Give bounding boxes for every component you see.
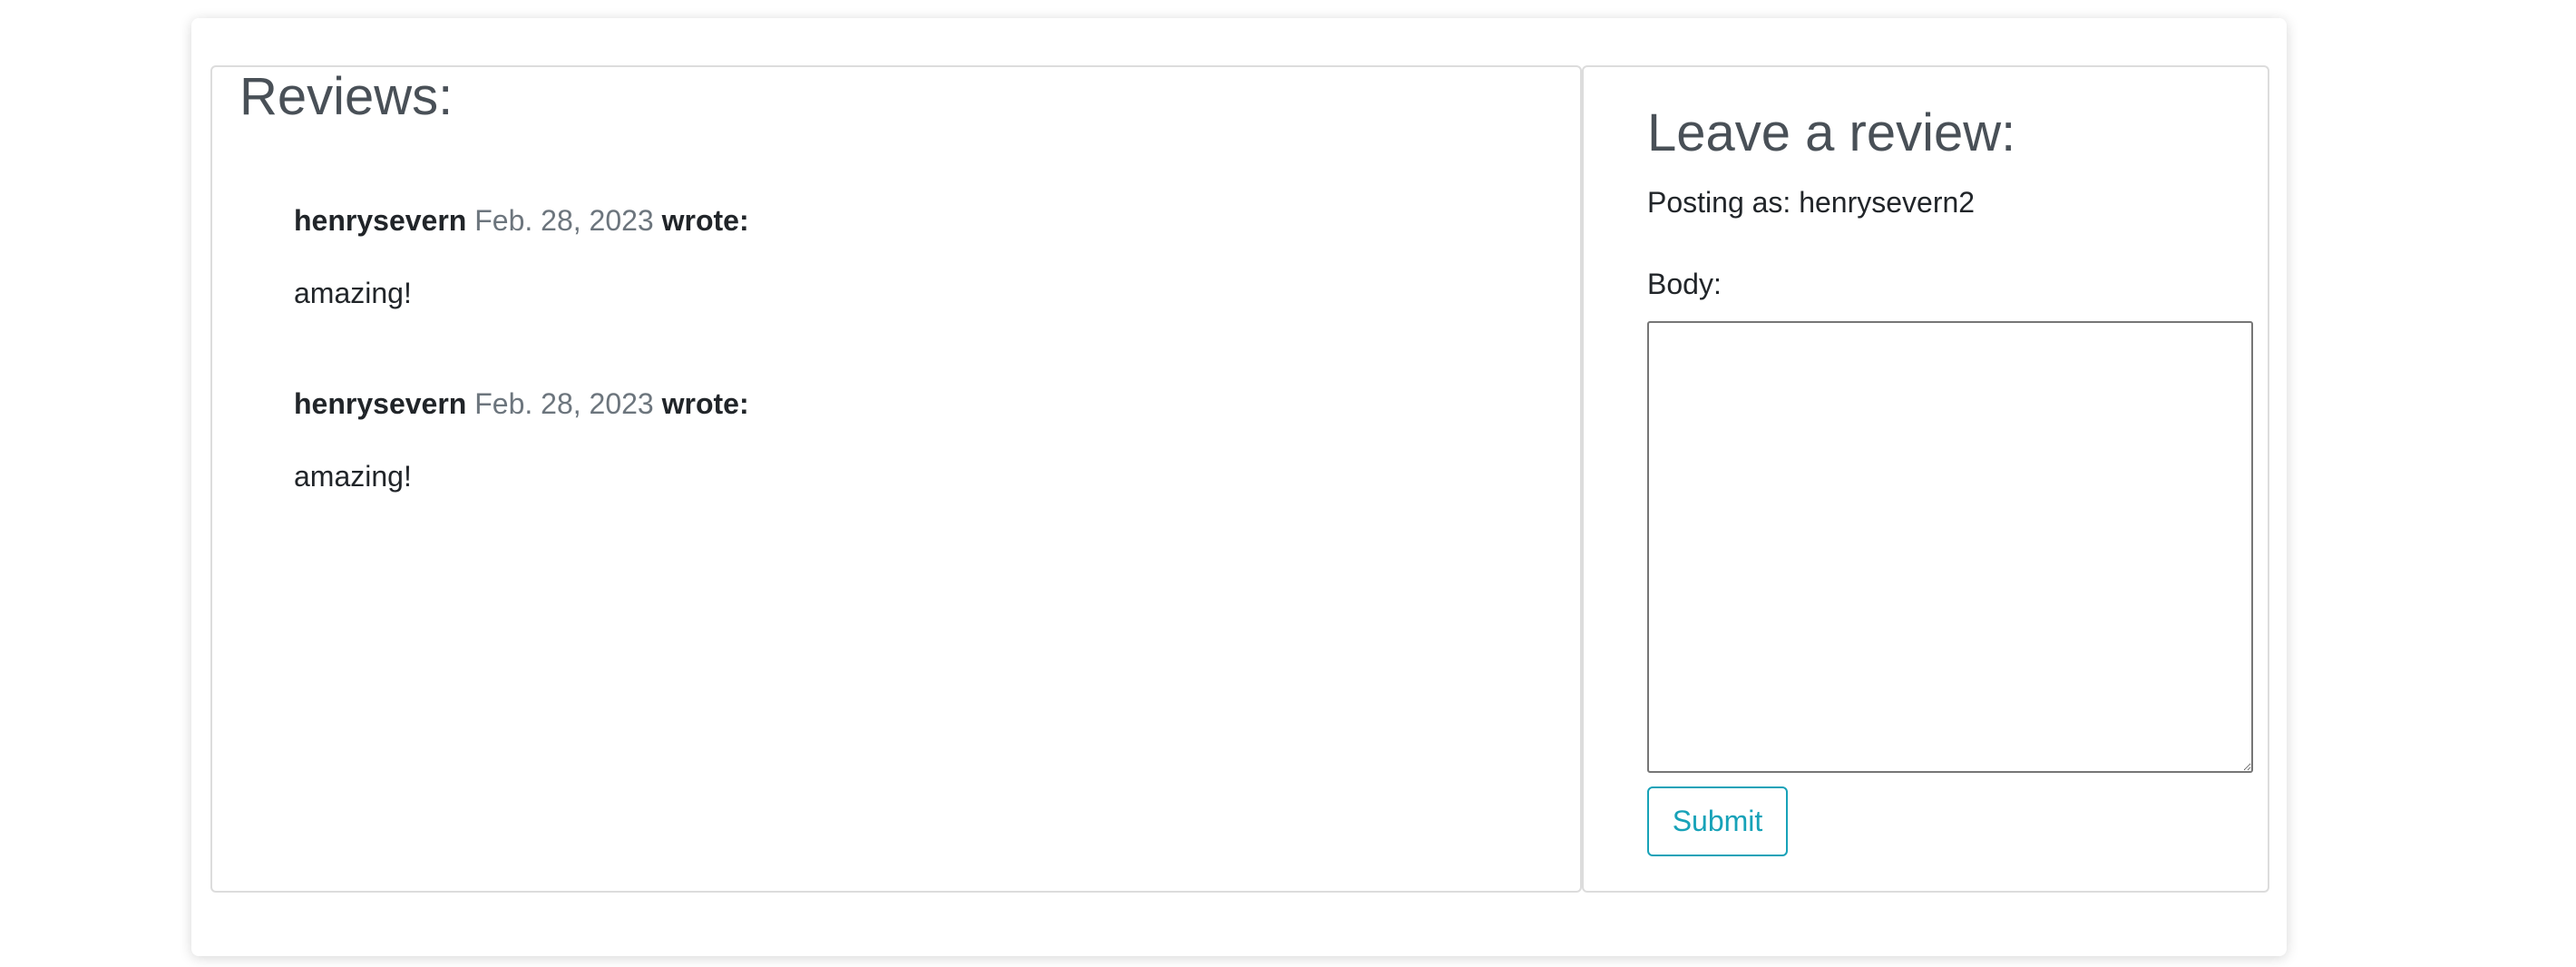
- review-body-textarea[interactable]: [1647, 321, 2253, 773]
- body-label: Body:: [1647, 268, 1722, 300]
- review-date: Feb. 28, 2023: [474, 387, 654, 420]
- review-author: henrysevern: [294, 204, 467, 237]
- review-body: amazing!: [294, 277, 412, 310]
- review-wrote-label: wrote:: [661, 387, 749, 420]
- review-item: henrysevern Feb. 28, 2023 wrote: amazing…: [294, 203, 749, 311]
- page-card: Reviews: henrysevern Feb. 28, 2023 wrote…: [191, 18, 2287, 956]
- review-body: amazing!: [294, 460, 412, 493]
- review-author: henrysevern: [294, 387, 467, 420]
- review-wrote-label: wrote:: [661, 204, 749, 237]
- submit-button[interactable]: Submit: [1647, 786, 1788, 856]
- review-header: henrysevern Feb. 28, 2023 wrote:: [294, 203, 749, 238]
- form-title: Leave a review:: [1647, 103, 2016, 162]
- review-date: Feb. 28, 2023: [474, 204, 654, 237]
- posting-as-text: Posting as: henrysevern2: [1647, 186, 1976, 219]
- review-form-panel: Leave a review: Posting as: henrysevern2…: [1582, 65, 2269, 893]
- review-header: henrysevern Feb. 28, 2023 wrote:: [294, 386, 749, 421]
- review-item: henrysevern Feb. 28, 2023 wrote: amazing…: [294, 386, 749, 494]
- reviews-panel: Reviews: henrysevern Feb. 28, 2023 wrote…: [210, 65, 1582, 893]
- reviews-title: Reviews:: [239, 67, 454, 126]
